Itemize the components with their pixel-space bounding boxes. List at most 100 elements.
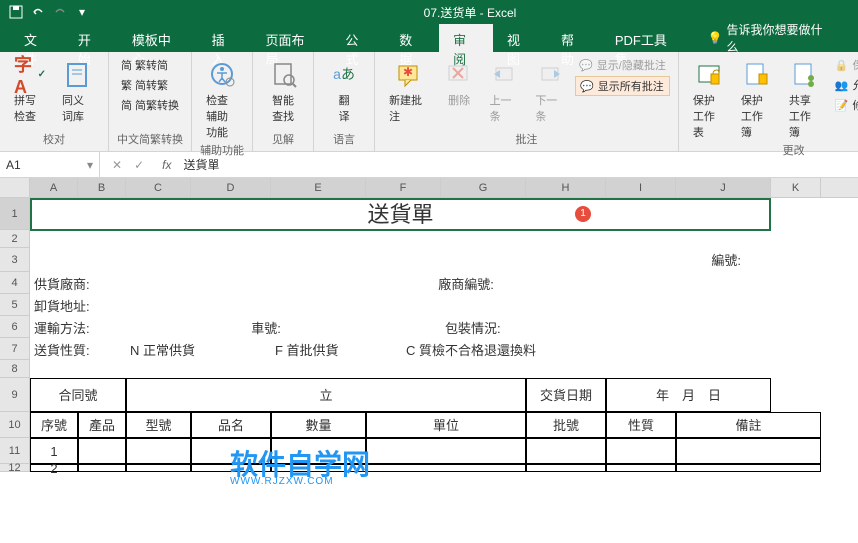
chinese-convert-button[interactable]: 简 简繁转换 [117, 96, 183, 114]
track-changes-button[interactable]: 📝修订 ▾ [831, 96, 858, 114]
table-cell[interactable]: 2 [30, 464, 78, 472]
row-header-11[interactable]: 11 [0, 438, 30, 464]
table-cell[interactable]: 立 [126, 378, 526, 412]
row-header-10[interactable]: 10 [0, 412, 30, 438]
formula-input[interactable]: 送貨單 [177, 156, 858, 173]
table-cell[interactable] [526, 464, 606, 472]
thesaurus-button[interactable]: 同义词库 [56, 56, 100, 126]
cell[interactable]: 卸貨地址: [30, 294, 230, 316]
tab-review[interactable]: 审阅 [439, 24, 493, 52]
spelling-button[interactable]: 字A✓ 拼写检查 [8, 56, 52, 126]
row-header-9[interactable]: 9 [0, 378, 30, 412]
col-header-I[interactable]: I [606, 178, 676, 197]
tab-insert[interactable]: 插入 [198, 24, 252, 52]
name-box[interactable]: A1 ▾ [0, 152, 100, 177]
table-cell[interactable]: 型號 [126, 412, 191, 438]
col-header-G[interactable]: G [441, 178, 526, 197]
table-cell[interactable] [191, 464, 271, 472]
col-header-J[interactable]: J [676, 178, 771, 197]
tab-page-layout[interactable]: 页面布局 [252, 24, 332, 52]
table-cell[interactable]: 品名 [191, 412, 271, 438]
fx-icon[interactable]: fx [156, 158, 177, 172]
table-cell[interactable]: 年 月 日 [606, 378, 771, 412]
smart-lookup-button[interactable]: 智能 查找 [261, 56, 305, 126]
col-header-B[interactable]: B [78, 178, 126, 197]
save-icon[interactable] [8, 4, 24, 20]
tab-file[interactable]: 文件 [10, 24, 64, 52]
table-cell[interactable] [78, 464, 126, 472]
table-cell[interactable]: 合同號 [30, 378, 126, 412]
cell[interactable]: 包裝情況: [441, 316, 591, 338]
col-header-E[interactable]: E [271, 178, 366, 197]
table-cell[interactable] [271, 464, 366, 472]
table-cell[interactable] [271, 438, 366, 464]
allow-users-button[interactable]: 👥允许用户 [831, 76, 858, 94]
cell[interactable]: 供貨廠商: [30, 272, 230, 294]
cell[interactable]: 車號: [191, 316, 341, 338]
col-header-D[interactable]: D [191, 178, 271, 197]
table-cell[interactable] [366, 464, 526, 472]
row-header-2[interactable]: 2 [0, 230, 30, 248]
row-header-12[interactable]: 12 [0, 464, 30, 472]
select-all[interactable] [0, 178, 30, 197]
table-cell[interactable]: 單位 [366, 412, 526, 438]
tab-help[interactable]: 帮助 [547, 24, 601, 52]
table-cell[interactable]: 產品 [78, 412, 126, 438]
undo-icon[interactable] [30, 4, 46, 20]
table-cell[interactable] [606, 438, 676, 464]
row-header-4[interactable]: 4 [0, 272, 30, 294]
table-cell[interactable] [676, 464, 821, 472]
col-header-A[interactable]: A [30, 178, 78, 197]
protect-sheet-button[interactable]: 保护 工作表 [687, 56, 731, 142]
table-cell[interactable] [78, 438, 126, 464]
table-cell[interactable] [126, 438, 191, 464]
table-cell[interactable] [526, 438, 606, 464]
tell-me[interactable]: 💡 告诉我你想要做什么 [694, 24, 848, 52]
new-comment-button[interactable]: ✱ 新建批注 [383, 56, 435, 126]
cell[interactable]: N 正常供貨 [126, 338, 246, 360]
cell[interactable]: 編號: [606, 248, 771, 272]
tab-template[interactable]: 模板中心 [118, 24, 198, 52]
tab-formulas[interactable]: 公式 [331, 24, 385, 52]
simp-to-trad-button[interactable]: 繁 简转繁 [117, 76, 183, 94]
share-workbook-button[interactable]: 共享 工作簿 [783, 56, 827, 142]
table-cell[interactable]: 數量 [271, 412, 366, 438]
tab-pdf[interactable]: PDF工具集 [601, 24, 694, 52]
table-cell[interactable]: 備註 [676, 412, 821, 438]
table-cell[interactable]: 交貨日期 [526, 378, 606, 412]
redo-icon[interactable] [52, 4, 68, 20]
row-header-1[interactable]: 1 [0, 198, 30, 230]
tab-home[interactable]: 开始 [64, 24, 118, 52]
col-header-K[interactable]: K [771, 178, 821, 197]
confirm-icon[interactable]: ✓ [130, 158, 148, 172]
table-cell[interactable] [126, 464, 191, 472]
translate-button[interactable]: aあ 翻 译 [322, 56, 366, 126]
cell[interactable]: 送貨性質: [30, 338, 130, 360]
row-header-7[interactable]: 7 [0, 338, 30, 360]
tab-data[interactable]: 数据 [385, 24, 439, 52]
table-cell[interactable]: 性質 [606, 412, 676, 438]
cell[interactable]: C 質檢不合格退還換料 [366, 338, 616, 360]
trad-to-simp-button[interactable]: 简 繁转简 [117, 56, 183, 74]
accessibility-button[interactable]: 检查 辅助功能 [200, 56, 244, 142]
table-cell[interactable] [676, 438, 821, 464]
row-header-3[interactable]: 3 [0, 248, 30, 272]
cancel-icon[interactable]: ✕ [108, 158, 126, 172]
col-header-H[interactable]: H [526, 178, 606, 197]
table-cell[interactable] [606, 464, 676, 472]
col-header-F[interactable]: F [366, 178, 441, 197]
table-cell[interactable] [366, 438, 526, 464]
qat-dropdown-icon[interactable]: ▾ [74, 4, 90, 20]
row-header-6[interactable]: 6 [0, 316, 30, 338]
table-cell[interactable]: 批號 [526, 412, 606, 438]
table-cell[interactable]: 序號 [30, 412, 78, 438]
row-header-5[interactable]: 5 [0, 294, 30, 316]
cell[interactable]: 送貨單1 [30, 198, 771, 230]
cells[interactable]: 软件自学网 WWW.RJZXW.COM 送貨單1編號:供貨廠商:廠商編號:卸貨地… [30, 198, 858, 472]
show-all-comments-button[interactable]: 💬显示所有批注 [575, 76, 670, 96]
tab-view[interactable]: 视图 [493, 24, 547, 52]
col-header-C[interactable]: C [126, 178, 191, 197]
table-cell[interactable] [191, 438, 271, 464]
row-header-8[interactable]: 8 [0, 360, 30, 378]
cell[interactable]: 廠商編號: [366, 272, 566, 294]
